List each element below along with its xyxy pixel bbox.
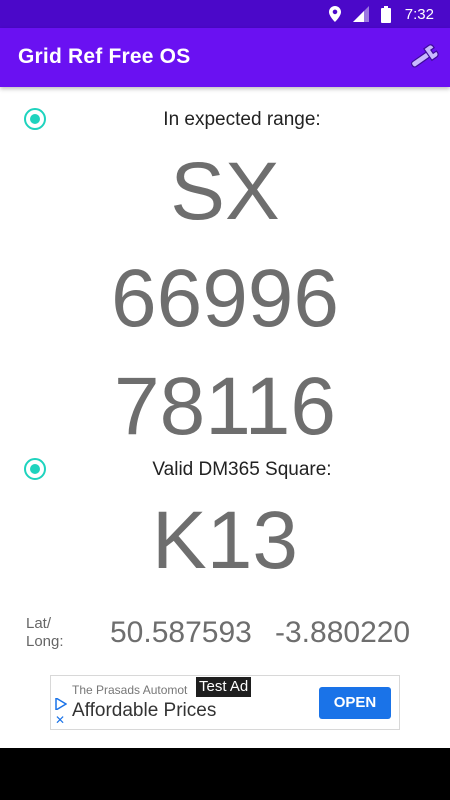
latlong-label-line1: Lat/ bbox=[26, 615, 52, 632]
signal-icon bbox=[352, 6, 369, 22]
status-time: 7:32 bbox=[404, 5, 434, 23]
ad-source: The Prasads Automot bbox=[72, 683, 188, 697]
range-radio[interactable] bbox=[24, 108, 46, 130]
settings-button[interactable] bbox=[406, 41, 440, 75]
dm365-label: Valid DM365 Square: bbox=[152, 459, 332, 480]
ad-open-button[interactable]: OPEN bbox=[319, 687, 391, 719]
latlong-label-line2: Long: bbox=[26, 633, 64, 650]
test-ad-badge: Test Ad bbox=[196, 677, 252, 697]
ad-close-icon[interactable]: ✕ bbox=[55, 714, 65, 726]
dm365-radio[interactable] bbox=[24, 458, 46, 480]
app-bar: Grid Ref Free OS bbox=[0, 28, 450, 87]
status-bar: 7:32 bbox=[0, 0, 450, 28]
adchoices-icon[interactable] bbox=[55, 698, 67, 710]
latitude-value: 50.587593 bbox=[110, 616, 252, 649]
dm365-square: K13 bbox=[152, 495, 298, 586]
battery-icon bbox=[380, 5, 391, 23]
range-label: In expected range: bbox=[163, 109, 321, 130]
wrench-icon bbox=[411, 44, 439, 68]
grid-letters: SX bbox=[170, 146, 280, 237]
longitude-value: -3.880220 bbox=[275, 616, 411, 649]
status-icons: 7:32 bbox=[328, 4, 434, 24]
northing-value: 78116 bbox=[114, 361, 336, 452]
app-title: Grid Ref Free OS bbox=[18, 45, 191, 68]
navigation-bar bbox=[0, 748, 450, 800]
location-icon bbox=[328, 6, 341, 22]
easting-value: 66996 bbox=[110, 253, 340, 344]
latlong-label: Lat/ Long: bbox=[26, 615, 64, 651]
ad-headline[interactable]: Affordable Prices bbox=[72, 700, 216, 722]
ad-banner[interactable]: ✕ The Prasads Automot Affordable Prices … bbox=[50, 675, 400, 730]
